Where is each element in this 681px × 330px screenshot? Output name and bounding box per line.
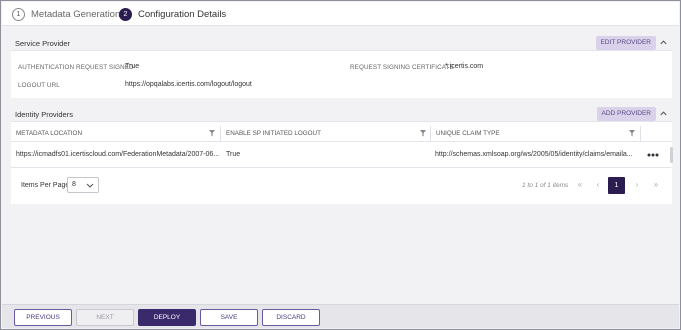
step-metadata-generation[interactable]: 1 Metadata Generation	[12, 7, 120, 21]
pager-range-text: 1 to 1 of 1 items	[522, 182, 569, 189]
identity-providers-grid: METADATA LOCATION ENABLE SP INITIATED LO…	[11, 122, 673, 204]
items-per-page-label: Items Per Page	[21, 182, 70, 189]
step-number: 2	[119, 7, 132, 21]
add-provider-button[interactable]: ADD PROVIDER	[596, 107, 656, 121]
action-footer: PREVIOUS NEXT DEPLOY SAVE DISCARD	[2, 304, 679, 328]
previous-button[interactable]: PREVIOUS	[14, 309, 72, 326]
row-divider	[11, 167, 672, 168]
discard-button[interactable]: DISCARD	[262, 309, 320, 326]
filter-icon[interactable]	[629, 130, 635, 137]
step-label: Configuration Details	[138, 8, 227, 20]
logout-url-value: https://opqalabs.icertis.com/logout/logo…	[125, 81, 252, 88]
current-page-button[interactable]: 1	[608, 177, 625, 194]
filter-icon[interactable]	[209, 130, 215, 137]
column-separator	[640, 126, 641, 142]
column-header-unique-claim-type[interactable]: UNIQUE CLAIM TYPE	[436, 126, 500, 142]
horizontal-scrollbar[interactable]	[670, 147, 673, 163]
step-number: 1	[12, 7, 25, 21]
chevron-down-icon	[86, 183, 94, 188]
chevron-up-icon[interactable]	[659, 38, 668, 47]
save-button[interactable]: SAVE	[200, 309, 258, 326]
next-button[interactable]: NEXT	[76, 309, 134, 326]
previous-page-button[interactable]: ‹	[591, 178, 605, 192]
deploy-button[interactable]: DEPLOY	[138, 309, 196, 326]
edit-provider-button[interactable]: EDIT PROVIDER	[595, 36, 656, 50]
logout-url-label: LOGOUT URL	[18, 82, 60, 89]
column-header-metadata-location[interactable]: METADATA LOCATION	[16, 126, 82, 142]
service-provider-body: AUTHENTICATION REQUEST SIGNED True REQUE…	[11, 51, 672, 98]
items-per-page-value: 8	[72, 181, 76, 188]
next-page-button[interactable]: ›	[630, 178, 644, 192]
cell-metadata-location: https://icmadfs01.icertiscloud.com/Feder…	[16, 151, 220, 158]
wizard-stepper: 1 Metadata Generation 2 Configuration De…	[2, 2, 679, 26]
request-signing-cert-label: REQUEST SIGNING CERTIFICATE	[350, 64, 454, 71]
column-header-enable-sp-logout[interactable]: ENABLE SP INITIATED LOGOUT	[226, 126, 321, 142]
more-actions-icon[interactable]	[647, 153, 659, 157]
service-provider-title: Service Provider	[15, 39, 71, 48]
grid-header-row	[11, 126, 672, 142]
identity-providers-title: Identity Providers	[15, 110, 73, 119]
auth-request-signed-label: AUTHENTICATION REQUEST SIGNED	[18, 64, 134, 71]
app-window: 1 Metadata Generation 2 Configuration De…	[0, 0, 681, 330]
cell-unique-claim-type: http://schemas.xmlsoap.org/ws/2005/05/id…	[435, 151, 633, 158]
cell-enable-sp-logout: True	[226, 151, 241, 158]
chevron-up-icon[interactable]	[659, 109, 668, 118]
auth-request-signed-value: True	[125, 63, 140, 70]
column-separator	[430, 126, 431, 142]
step-label: Metadata Generation	[31, 8, 121, 20]
column-separator	[220, 126, 221, 142]
request-signing-cert-value: *.icertis.com	[445, 63, 484, 70]
first-page-button[interactable]: «	[573, 178, 587, 192]
step-configuration-details[interactable]: 2 Configuration Details	[119, 7, 226, 21]
identity-providers-header: Identity Providers ADD PROVIDER	[11, 106, 672, 122]
items-per-page-select[interactable]: 8	[67, 177, 99, 193]
last-page-button[interactable]: »	[649, 178, 663, 192]
service-provider-header: Service Provider EDIT PROVIDER	[11, 35, 672, 51]
filter-icon[interactable]	[420, 130, 426, 137]
